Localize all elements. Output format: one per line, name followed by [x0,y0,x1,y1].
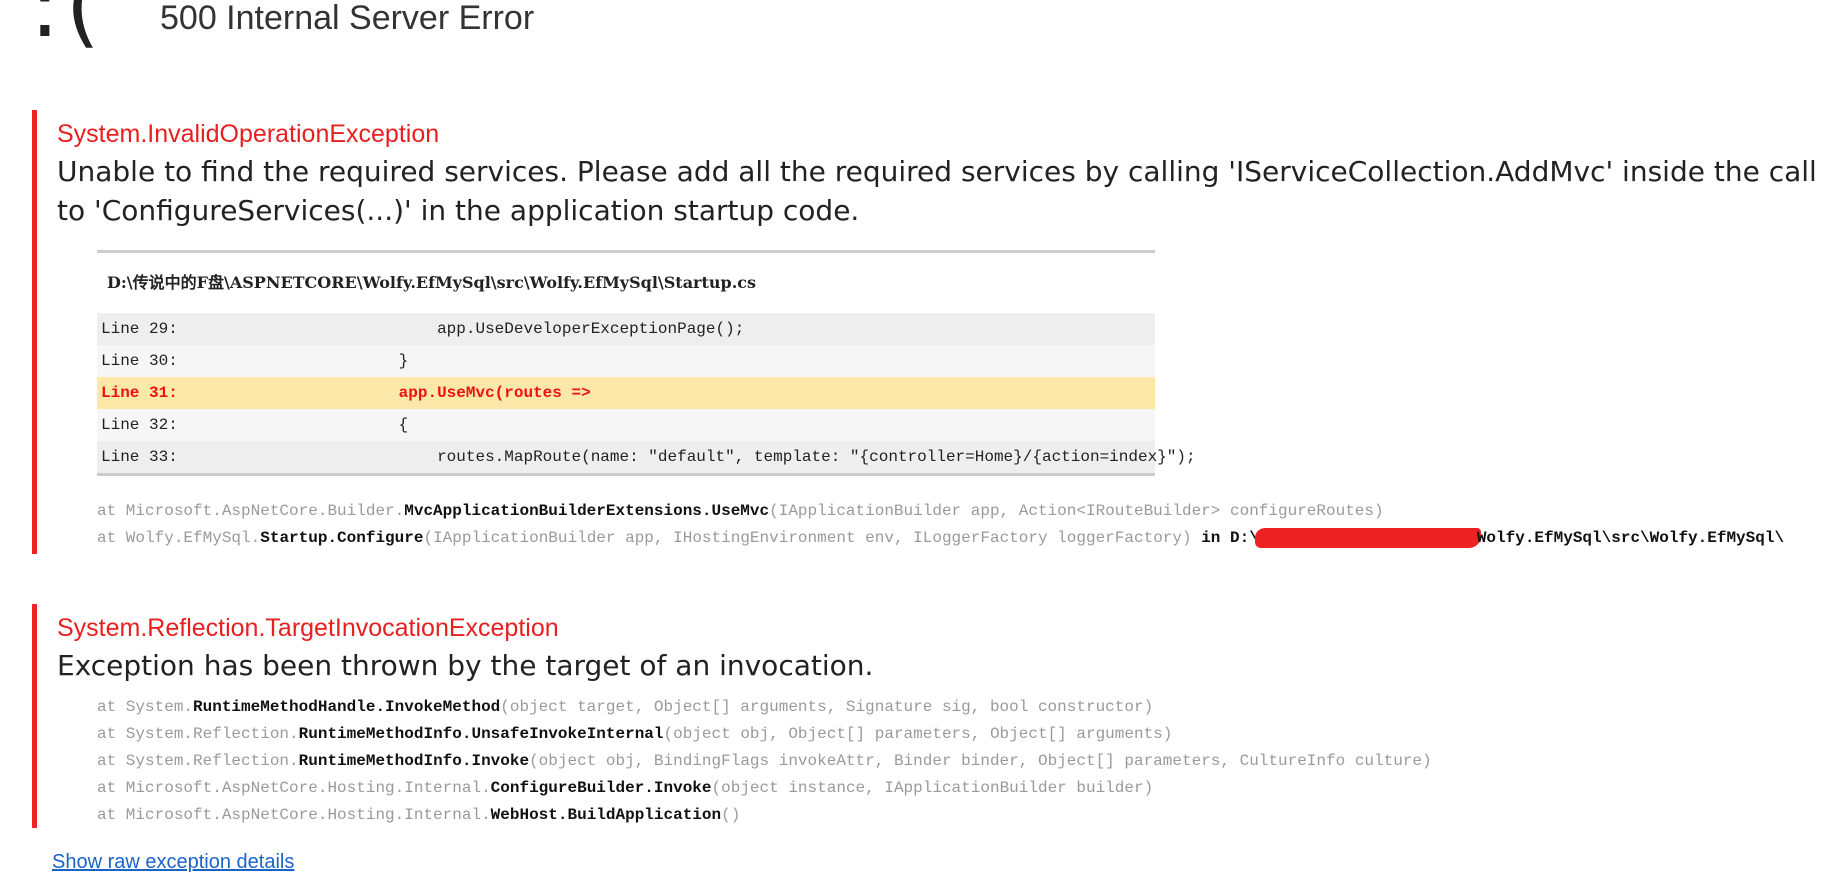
source-code-box: D:\传说中的F盘\ASPNETCORE\Wolfy.EfMySql\src\W… [97,250,1196,476]
line-code: { [283,416,409,434]
frame-args: (IApplicationBuilder app, Action<IRouteB… [769,502,1384,520]
stack-frame: at Wolfy.EfMySql.Startup.Configure(IAppl… [97,525,1784,552]
frame-method: MvcApplicationBuilderExtensions.UseMvc [404,502,770,520]
frame-location-prefix: in D:\ [1201,529,1259,547]
frame-namespace: at System.Reflection. [97,752,299,770]
exception-message: Unable to find the required services. Pl… [57,155,1817,227]
frame-args: (IApplicationBuilder app, IHostingEnviro… [423,529,1202,547]
frame-method: ConfigureBuilder.Invoke [490,779,712,797]
frame-namespace: at System. [97,698,194,716]
source-file-path: D:\传说中的F盘\ASPNETCORE\Wolfy.EfMySql\src\W… [107,273,757,292]
frame-method: RuntimeMethodHandle.InvokeMethod [193,698,501,716]
frame-location-suffix: Wolfy.EfMySql\src\Wolfy.EfMySql\ [1476,529,1785,547]
line-number: Line 32: [101,416,178,434]
line-code: routes.MapRoute(name: "default", templat… [283,448,1196,466]
frame-namespace: at Wolfy.EfMySql. [97,529,261,547]
frame-method: RuntimeMethodInfo.UnsafeInvokeInternal [298,725,664,743]
stack-trace: at System.RuntimeMethodHandle.InvokeMeth… [97,694,1432,829]
frame-method: WebHost.BuildApplication [490,806,722,824]
line-number: Line 33: [101,448,178,466]
line-number: Line 29: [101,320,178,338]
exception-type: System.InvalidOperationException [57,120,440,148]
line-number: Line 31: [101,384,178,402]
code-line: Line 33: routes.MapRoute(name: "default"… [97,441,1196,473]
frame-namespace: at Microsoft.AspNetCore.Hosting.Internal… [97,806,491,824]
exception-type: System.Reflection.TargetInvocationExcept… [57,614,559,642]
stack-frame: at Microsoft.AspNetCore.Builder.MvcAppli… [97,498,1784,525]
frame-method: RuntimeMethodInfo.Invoke [298,752,530,770]
code-line: Line 30: } [97,345,1155,377]
stack-frame: at System.RuntimeMethodHandle.InvokeMeth… [97,694,1432,721]
frame-namespace: at Microsoft.AspNetCore.Builder. [97,502,405,520]
frame-args: (object target, Object[] arguments, Sign… [500,698,1154,716]
line-code: } [283,352,409,370]
show-raw-exception-details-link[interactable]: Show raw exception details [52,850,294,874]
frame-namespace: at System.Reflection. [97,725,299,743]
line-code: app.UseMvc(routes => [283,384,591,402]
exception-block-2: System.Reflection.TargetInvocationExcept… [32,604,1842,828]
frame-args: (object instance, IApplicationBuilder bu… [711,779,1154,797]
code-line-error: Line 31: app.UseMvc(routes => [97,377,1155,409]
exception-block-1: System.InvalidOperationException Unable … [32,110,1842,554]
stack-frame: at System.Reflection.RuntimeMethodInfo.U… [97,721,1432,748]
exception-message: Exception has been thrown by the target … [57,649,874,682]
redaction-mark [1254,527,1481,548]
sad-face-icon: :( [30,0,106,57]
page-title: 500 Internal Server Error [160,0,535,37]
stack-frame: at Microsoft.AspNetCore.Hosting.Internal… [97,775,1432,802]
frame-args: (object obj, Object[] parameters, Object… [663,725,1173,743]
code-line: Line 29: app.UseDeveloperExceptionPage()… [97,313,1155,345]
frame-args: () [721,806,741,824]
frame-namespace: at Microsoft.AspNetCore.Hosting.Internal… [97,779,491,797]
line-number: Line 30: [101,352,178,370]
stack-frame: at Microsoft.AspNetCore.Hosting.Internal… [97,802,1432,829]
frame-args: (object obj, BindingFlags invokeAttr, Bi… [529,752,1432,770]
stack-trace: at Microsoft.AspNetCore.Builder.MvcAppli… [97,498,1784,552]
line-code: app.UseDeveloperExceptionPage(); [283,320,745,338]
stack-frame: at System.Reflection.RuntimeMethodInfo.I… [97,748,1432,775]
code-line: Line 32: { [97,409,1155,441]
frame-method: Startup.Configure [260,529,424,547]
